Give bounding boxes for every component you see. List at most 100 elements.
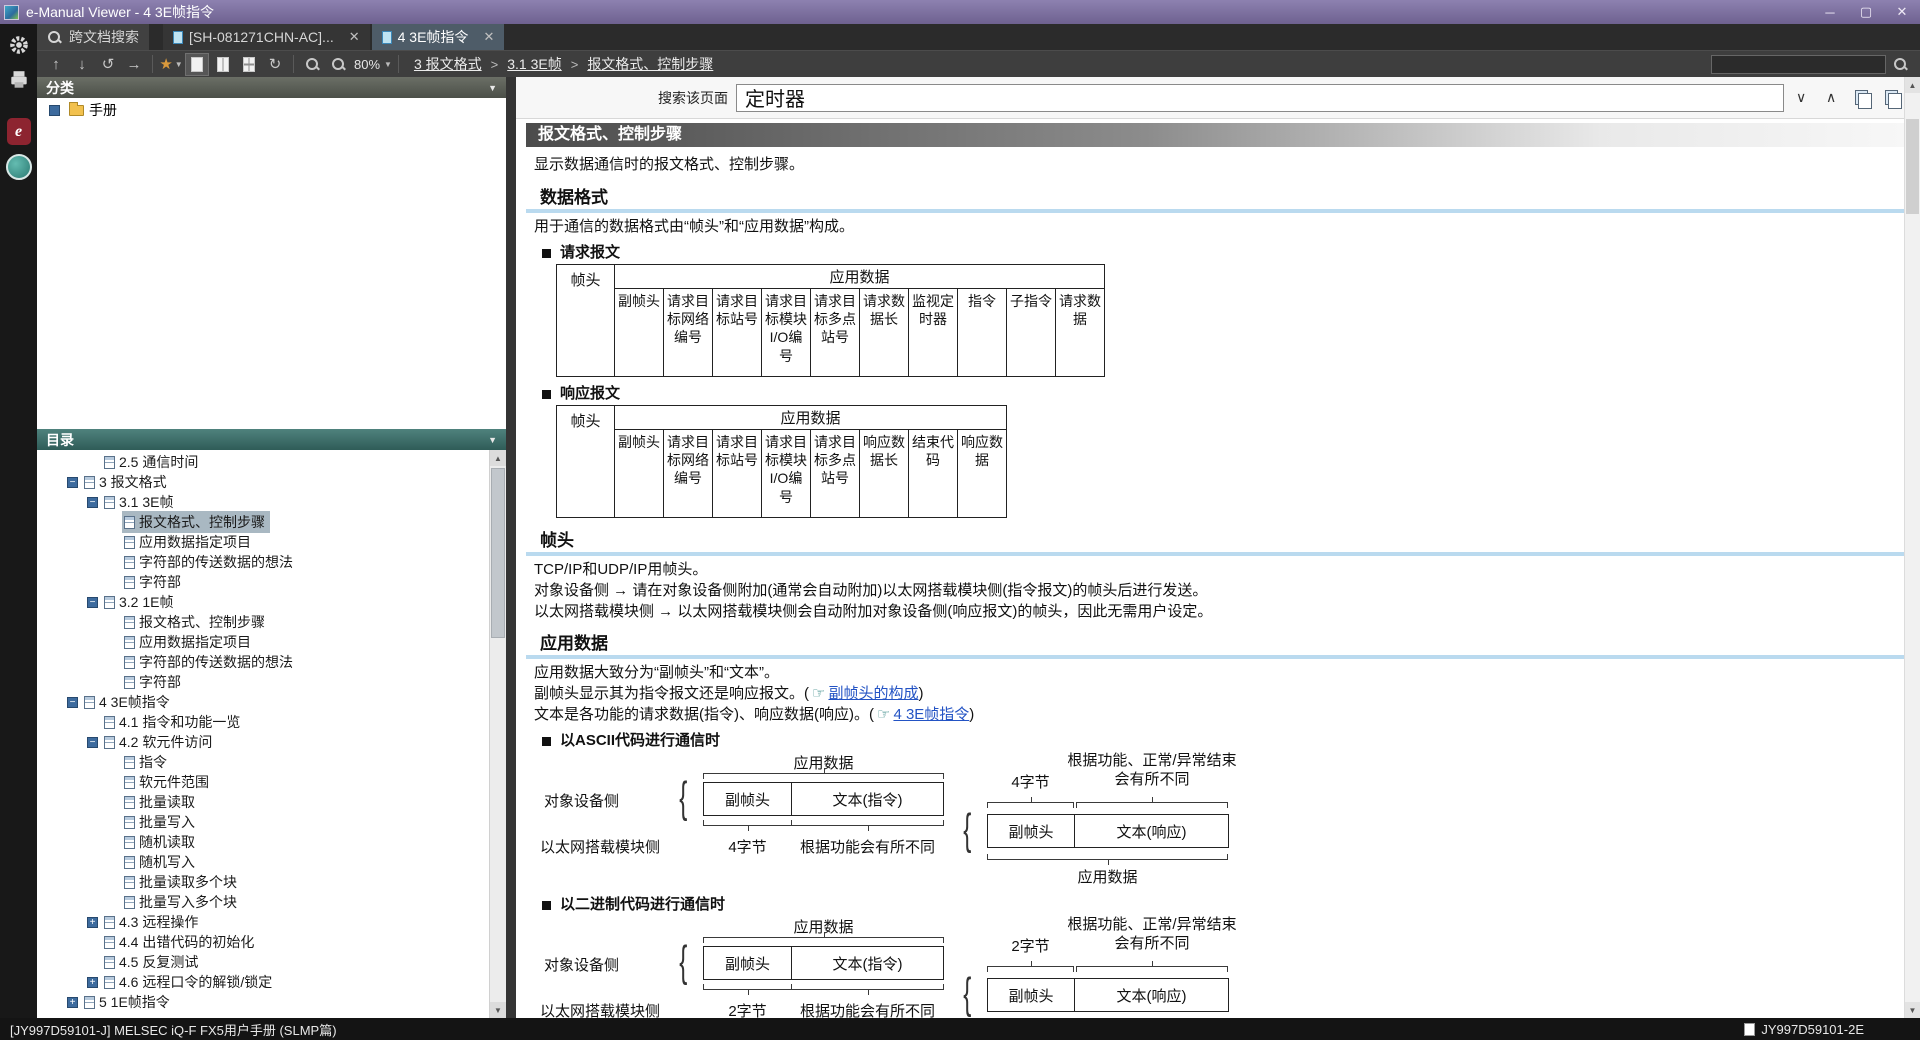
tree-expand-icon[interactable] [87, 496, 98, 508]
breadcrumb-link-3[interactable]: 报文格式、控制步骤 [587, 54, 713, 74]
toc-item[interactable]: 随机读取 [37, 832, 489, 852]
search-options-button[interactable] [1878, 85, 1904, 111]
toc-item[interactable]: 4 3E帧指令 [37, 692, 489, 712]
find-previous-button[interactable]: ∧ [1818, 85, 1844, 111]
scroll-down-icon[interactable]: ▼ [1905, 1002, 1920, 1018]
link-3e-frame-commands[interactable]: 4 3E帧指令 [893, 706, 969, 723]
toc-item-label: 批量读取 [139, 794, 195, 810]
document-viewport: 报文格式、控制步骤 显示数据通信时的报文格式、控制步骤。 数据格式 用于通信的数… [516, 119, 1904, 1018]
toc-item[interactable]: 字符部 [37, 672, 489, 692]
toc-item-label: 字符部的传送数据的想法 [139, 654, 293, 670]
find-next-button[interactable]: ∨ [1788, 85, 1814, 111]
toc-item[interactable]: 4.2 软元件访问 [37, 732, 489, 752]
highlight-all-button[interactable] [1848, 85, 1874, 111]
toc-item[interactable]: 应用数据指定项目 [37, 532, 489, 552]
viewer-logo-icon[interactable] [5, 154, 32, 180]
toc-item[interactable]: 4.3 远程操作 [37, 912, 489, 932]
toc-item[interactable]: 批量读取 [37, 792, 489, 812]
single-page-view-icon[interactable] [185, 52, 209, 76]
toc-item[interactable]: 4.1 指令和功能一览 [37, 712, 489, 732]
zoom-level-select[interactable]: 80% ▼ [352, 53, 392, 76]
toc-item[interactable]: 4.5 反复测试 [37, 952, 489, 972]
toc-item[interactable]: 4.6 远程口令的解锁/锁定 [37, 972, 489, 992]
tab-bar: 跨文档搜索 [SH-081271CHN-AC]... ✕ 4 3E帧指令 ✕ [37, 24, 1920, 50]
tree-expand-icon[interactable] [67, 996, 78, 1008]
minimize-button[interactable]: ─ [1812, 0, 1848, 24]
settings-gear-icon[interactable] [6, 32, 32, 58]
tab-document-1[interactable]: [SH-081271CHN-AC]... ✕ [163, 24, 370, 50]
tree-expand-icon[interactable] [87, 736, 98, 748]
forward-icon[interactable]: → [122, 53, 146, 76]
toc-item[interactable]: 2.5 通信时间 [37, 452, 489, 472]
chevron-down-icon[interactable]: ▼ [488, 83, 497, 93]
link-subheader-structure[interactable]: 副帧头的构成 [828, 685, 918, 702]
sidebar-splitter[interactable] [506, 77, 516, 1018]
zoom-in-icon[interactable] [300, 53, 324, 76]
refresh-icon[interactable]: ↻ [263, 53, 287, 76]
toc-item[interactable]: 5 1E帧指令 [37, 992, 489, 1012]
sidebar-scrollbar[interactable]: ▲ ▼ [489, 450, 506, 1018]
brace-icon [679, 940, 687, 984]
brace-icon [987, 961, 1074, 972]
close-button[interactable]: ✕ [1884, 0, 1920, 24]
category-panel-header[interactable]: 分类 ▼ [37, 77, 506, 98]
search-icon[interactable] [1893, 57, 1908, 72]
document-icon [124, 635, 135, 649]
intro-text: 显示数据通信时的报文格式、控制步骤。 [534, 156, 805, 173]
toc-item[interactable]: 报文格式、控制步骤 [37, 511, 489, 533]
toc-item[interactable]: 批量写入多个块 [37, 892, 489, 912]
toc-item[interactable]: 3.2 1E帧 [37, 592, 489, 612]
favorites-star-icon[interactable]: ★ ▼ [159, 53, 183, 76]
chevron-down-icon[interactable]: ▼ [488, 435, 497, 445]
expand-icon[interactable] [49, 104, 60, 116]
breadcrumb-link-2[interactable]: 3.1 3E帧 [507, 54, 561, 74]
e-manual-logo-icon[interactable]: e [6, 118, 31, 145]
tab-document-2-active[interactable]: 4 3E帧指令 ✕ [371, 24, 505, 50]
printer-icon[interactable] [6, 67, 32, 93]
scroll-up-icon[interactable]: ▲ [490, 450, 506, 466]
tree-expand-icon[interactable] [67, 476, 78, 488]
page-search-input[interactable] [736, 83, 1785, 112]
toc-item[interactable]: 指令 [37, 752, 489, 772]
scrollbar-thumb[interactable] [491, 468, 505, 638]
close-tab-icon[interactable]: ✕ [349, 29, 360, 45]
zoom-out-icon[interactable] [326, 53, 350, 76]
toc-item[interactable]: 4.4 出错代码的初始化 [37, 932, 489, 952]
toc-item[interactable]: 字符部的传送数据的想法 [37, 552, 489, 572]
toc-item[interactable]: 随机写入 [37, 852, 489, 872]
communication-diagrams: 以ASCII代码进行通信时 应用数据 对象设备侧 副帧头 文本(指令) 以太网搭… [526, 732, 1904, 1018]
toc-panel: 目录 ▼ 2.5 通信时间 − 3 报文格式 − 3.1 3E帧 报文格式、控制… [37, 429, 506, 1018]
tree-expand-icon[interactable] [87, 916, 98, 928]
close-tab-icon[interactable]: ✕ [483, 29, 494, 45]
toc-item[interactable]: 报文格式、控制步骤 [37, 612, 489, 632]
category-root-item[interactable]: 手册 [37, 98, 506, 122]
toc-item[interactable]: 3.1 3E帧 [37, 492, 489, 512]
tab-cross-document-search[interactable]: 跨文档搜索 [37, 24, 149, 50]
toc-tree: 2.5 通信时间 3 报文格式 [37, 450, 489, 1018]
back-icon[interactable]: ↺ [96, 53, 120, 76]
toc-item[interactable]: 字符部的传送数据的想法 [37, 652, 489, 672]
toc-item[interactable]: 应用数据指定项目 [37, 632, 489, 652]
grid-view-icon[interactable] [237, 53, 261, 76]
scroll-down-icon[interactable]: ▼ [490, 1002, 506, 1018]
tree-expand-icon[interactable] [67, 696, 78, 708]
toc-item-label: 4 3E帧指令 [99, 694, 170, 710]
up-arrow-icon[interactable]: ↑ [44, 53, 68, 76]
toc-item-label: 字符部 [139, 674, 181, 690]
breadcrumb-link-1[interactable]: 3 报文格式 [414, 54, 482, 74]
toc-item[interactable]: 3 报文格式 [37, 472, 489, 492]
toc-item[interactable]: 软元件范围 [37, 772, 489, 792]
toc-item[interactable]: 字符部 [37, 572, 489, 592]
scrollbar-thumb[interactable] [1906, 119, 1919, 214]
tree-expand-icon[interactable] [87, 596, 98, 608]
toolbar-search-input[interactable] [1711, 54, 1886, 74]
continuous-page-view-icon[interactable] [211, 53, 235, 76]
toc-item[interactable]: 批量写入 [37, 812, 489, 832]
maximize-button[interactable]: ▢ [1848, 0, 1884, 24]
toc-panel-header[interactable]: 目录 ▼ [37, 429, 506, 450]
tree-expand-icon[interactable] [87, 976, 98, 988]
scroll-up-icon[interactable]: ▲ [1905, 77, 1920, 93]
content-scrollbar[interactable]: ▲ ▼ [1904, 77, 1920, 1018]
down-arrow-icon[interactable]: ↓ [70, 53, 94, 76]
toc-item[interactable]: 批量读取多个块 [37, 872, 489, 892]
